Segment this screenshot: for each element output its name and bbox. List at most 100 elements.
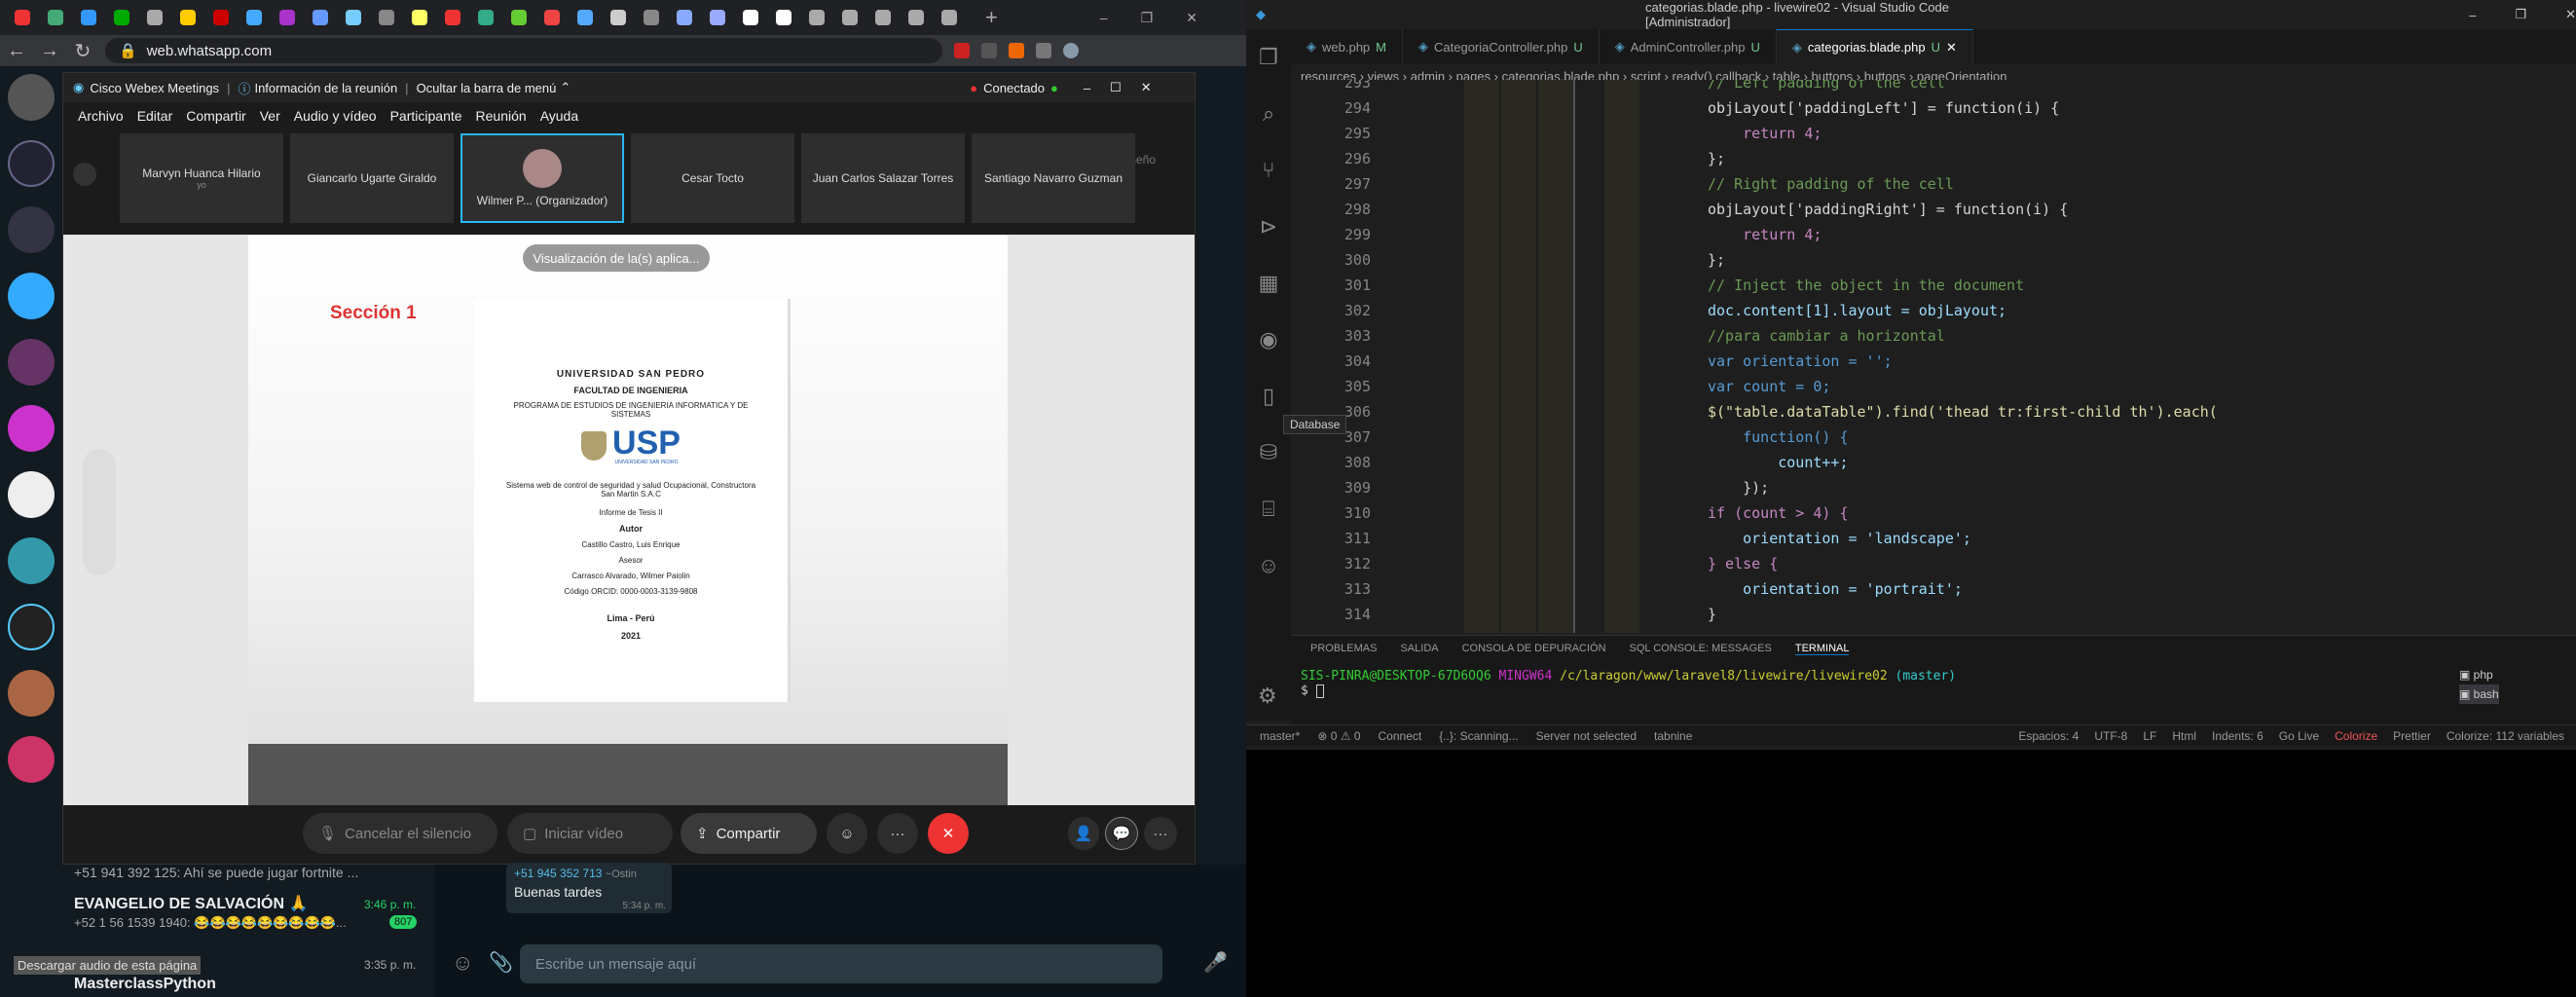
scanning-status[interactable]: {..}: Scanning...	[1439, 729, 1518, 743]
browser-tab[interactable]	[569, 4, 602, 31]
menu-item[interactable]: Ayuda	[540, 108, 578, 124]
editor-tab[interactable]: ◈ CategoriaController.php U	[1403, 29, 1600, 64]
status-golive[interactable]: Go Live	[2279, 729, 2319, 743]
avatar[interactable]	[8, 273, 55, 319]
extension-icon[interactable]	[1009, 43, 1024, 58]
reload-icon[interactable]: ↻	[66, 39, 99, 63]
chat-title[interactable]: MasterclassPython	[74, 976, 216, 993]
close-icon[interactable]: ✕	[1141, 80, 1152, 95]
minimize-icon[interactable]: –	[1084, 81, 1090, 95]
leave-meeting-button[interactable]: ✕	[928, 813, 969, 854]
status-colorize[interactable]: Colorize	[2335, 729, 2377, 743]
status-colorize_vars[interactable]: Colorize: 112 variables	[2447, 729, 2564, 743]
emoji-icon[interactable]: ☺	[452, 950, 473, 976]
participant-tile[interactable]: Cesar Tocto	[631, 133, 794, 223]
participant-tile[interactable]: Santiago Navarro Guzman	[972, 133, 1135, 223]
menu-item[interactable]: Reunión	[476, 108, 527, 124]
browser-tab[interactable]	[72, 4, 105, 31]
extensions-icon[interactable]: ▦	[1246, 255, 1291, 312]
terminal-item-php[interactable]: ▣ php	[2459, 665, 2499, 684]
status-prettier[interactable]: Prettier	[2393, 729, 2431, 743]
minimize-icon[interactable]: –	[1100, 10, 1141, 25]
browser-tab[interactable]	[39, 4, 72, 31]
status-indents[interactable]: Indents: 6	[2212, 729, 2263, 743]
microphone-icon[interactable]: 🎤	[1203, 950, 1228, 975]
editor-tab[interactable]: ◈ web.php M	[1291, 29, 1403, 64]
status-encoding[interactable]: UTF-8	[2094, 729, 2127, 743]
browser-tab[interactable]	[337, 4, 370, 31]
message-input[interactable]: Escribe un mensaje aquí	[520, 944, 1162, 983]
restore-icon[interactable]: ❐	[2515, 7, 2526, 22]
panel-tab[interactable]: SALIDA	[1400, 643, 1438, 654]
browser-tab[interactable]	[535, 4, 569, 31]
browser-tab[interactable]	[866, 4, 900, 31]
menu-item[interactable]: Editar	[137, 108, 173, 124]
code-editor[interactable]: 293 // Left padding of the cell 294 objLayo…	[1291, 80, 2576, 633]
browser-tab[interactable]	[436, 4, 469, 31]
terminal-list[interactable]: ▣ php ▣ bash	[2459, 665, 2499, 704]
hide-menu-button[interactable]: Ocultar la barra de menú	[417, 81, 557, 95]
branch-status[interactable]: master*	[1260, 729, 1300, 743]
avatar[interactable]	[8, 74, 55, 121]
browser-tab[interactable]	[204, 4, 238, 31]
panel-tab[interactable]: SQL CONSOLE: MESSAGES	[1630, 643, 1772, 654]
github-icon[interactable]: ☺	[1246, 537, 1291, 594]
browser-tab[interactable]	[271, 4, 304, 31]
participant-tile[interactable]: Wilmer P... (Organizador)	[460, 133, 624, 223]
browser-tab[interactable]	[469, 4, 502, 31]
start-video-button[interactable]: ▢ Iniciar vídeo	[507, 813, 673, 854]
restore-icon[interactable]: ❐	[1141, 10, 1187, 25]
browser-tab[interactable]	[171, 4, 204, 31]
scroll-left-button[interactable]	[73, 163, 96, 186]
avatar[interactable]	[8, 670, 55, 717]
participant-tile[interactable]: Giancarlo Ugarte Giraldo	[290, 133, 454, 223]
chat-button[interactable]: 💬	[1105, 817, 1138, 850]
chat-preview[interactable]: +51 941 392 125: Ahí se puede jugar fort…	[74, 865, 358, 880]
status-lang[interactable]: Html	[2172, 729, 2196, 743]
browser-tab[interactable]	[668, 4, 701, 31]
reactions-button[interactable]: ☺	[827, 813, 867, 854]
connect-status[interactable]: Connect	[1379, 729, 1422, 743]
editor-tab[interactable]: ◈ AdminController.php U	[1600, 29, 1777, 64]
extensions-puzzle-icon[interactable]	[1036, 43, 1051, 58]
react-icon[interactable]	[8, 604, 55, 650]
status-eol[interactable]: LF	[2143, 729, 2156, 743]
search-icon[interactable]	[8, 206, 55, 253]
browser-tab[interactable]	[138, 4, 171, 31]
explorer-icon[interactable]: ❐	[1246, 29, 1291, 86]
panel-tab[interactable]: CONSOLA DE DEPURACIÓN	[1462, 643, 1606, 654]
unmute-button[interactable]: 🎙 Cancelar el silencio	[303, 813, 497, 854]
profile-avatar[interactable]	[1063, 43, 1079, 58]
maximize-icon[interactable]: ☐	[1110, 80, 1122, 95]
settings-gear-icon[interactable]: ⚙	[1258, 683, 1277, 709]
status-spaces[interactable]: Espacios: 4	[2018, 729, 2079, 743]
browser-tab[interactable]	[833, 4, 866, 31]
browser-tab[interactable]	[105, 4, 138, 31]
panel-tab[interactable]: PROBLEMAS	[1310, 643, 1377, 654]
url-input[interactable]: 🔒 web.whatsapp.com	[105, 38, 942, 63]
participant-tile[interactable]: Juan Carlos Salazar Torres	[801, 133, 965, 223]
debug-icon[interactable]: ⊳	[1246, 199, 1291, 255]
browser-tab[interactable]	[304, 4, 337, 31]
panel-tab[interactable]: TERMINAL	[1794, 643, 1850, 655]
menu-item[interactable]: Ver	[260, 108, 280, 124]
problems-status[interactable]: ⊗ 0 ⚠ 0	[1317, 729, 1360, 743]
browser-tab[interactable]	[238, 4, 271, 31]
avatar[interactable]	[8, 339, 55, 386]
muted-bell-icon[interactable]	[8, 140, 55, 187]
browser-tab[interactable]	[933, 4, 966, 31]
minimize-icon[interactable]: –	[2469, 8, 2476, 22]
browser-tab[interactable]	[6, 4, 39, 31]
browser-tab[interactable]	[800, 4, 833, 31]
browser-tab[interactable]	[403, 4, 436, 31]
server-status[interactable]: Server not selected	[1536, 729, 1637, 743]
attach-icon[interactable]: 📎	[489, 950, 513, 975]
extension-icon[interactable]	[981, 43, 997, 58]
menu-item[interactable]: Compartir	[186, 108, 245, 124]
avatar[interactable]	[8, 471, 55, 518]
close-icon[interactable]: ✕	[2565, 7, 2576, 22]
avatar[interactable]	[8, 405, 55, 452]
avatar[interactable]	[8, 537, 55, 584]
browser-tab[interactable]	[370, 4, 403, 31]
git-icon[interactable]: ◉	[1246, 312, 1291, 368]
